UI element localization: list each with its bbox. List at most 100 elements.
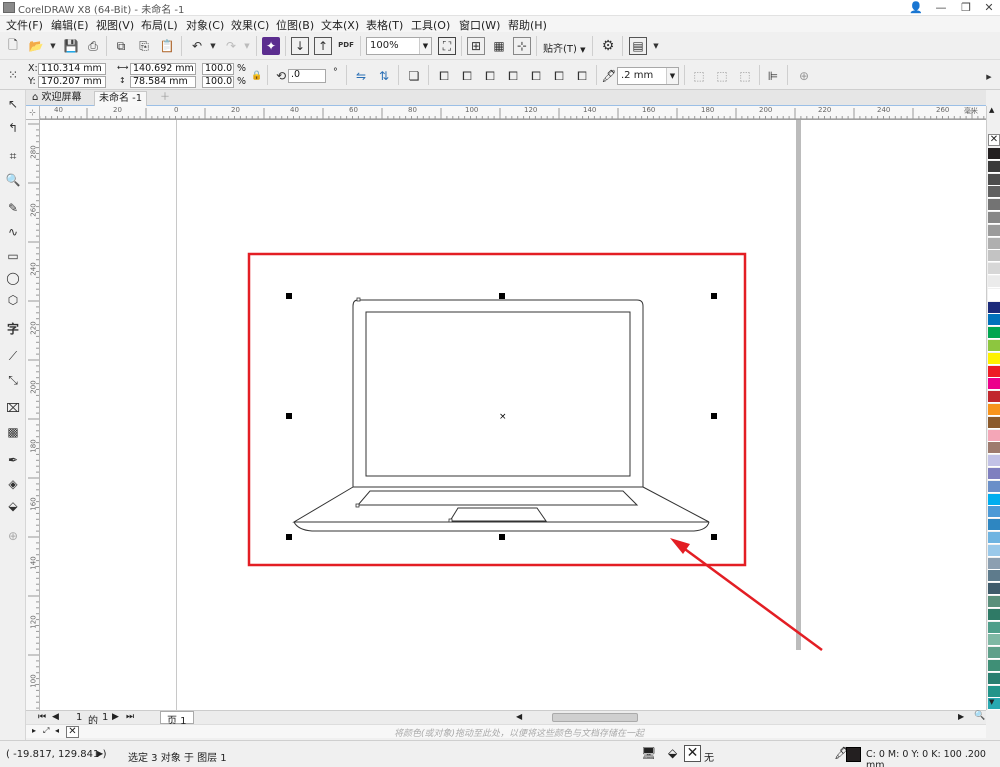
tab-document[interactable]: 未命名 -1 [94, 91, 148, 106]
menu-bitmap[interactable]: 位图(B) [276, 17, 314, 33]
options-gear-icon[interactable]: ⚙ [599, 37, 617, 55]
color-swatch[interactable] [988, 557, 1000, 570]
vertical-ruler[interactable]: 280 260 240 220 200 180 160 140 120 100 [26, 120, 40, 710]
color-swatch[interactable] [988, 532, 1000, 544]
paste-icon[interactable]: 📋 [158, 37, 176, 55]
user-icon[interactable]: 👤 [905, 0, 927, 16]
color-swatch[interactable] [988, 429, 1000, 442]
menu-layout[interactable]: 布局(L) [141, 17, 178, 33]
status-expand-icon[interactable]: ▶ [97, 749, 103, 758]
color-swatch[interactable] [988, 199, 1000, 212]
next-page-icon[interactable]: ▶ [112, 712, 119, 722]
tab-page-1[interactable]: 页 1 [160, 711, 194, 727]
color-swatch[interactable] [988, 519, 1000, 532]
print-icon[interactable]: ⎙ [84, 37, 102, 55]
freehand-tool-icon[interactable]: ✎ [3, 198, 23, 218]
publish-pdf-icon[interactable]: PDF [337, 36, 355, 54]
color-swatch[interactable] [988, 621, 1000, 634]
y-position-field[interactable]: 170.207 mm [38, 76, 106, 88]
color-swatch[interactable] [988, 186, 1000, 199]
redo-dropdown-icon[interactable]: ▼ [238, 37, 256, 55]
show-rulers-icon[interactable]: ⊞ [467, 37, 485, 55]
node-marker[interactable] [448, 518, 453, 523]
wrap-text-icon[interactable]: ⬚ [690, 67, 708, 85]
node-marker[interactable] [355, 503, 360, 508]
scale-width-field[interactable]: 100.0 [202, 63, 234, 75]
color-swatch[interactable] [988, 314, 1000, 327]
color-swatch[interactable] [988, 340, 1000, 352]
export-icon[interactable]: ↑ [314, 37, 332, 55]
selection-handle-bottom[interactable] [499, 534, 505, 540]
ruler-origin-icon[interactable]: ⊹ [26, 106, 40, 120]
application-launcher-icon[interactable]: ▤ [629, 37, 647, 55]
simplify-icon[interactable]: ⧠ [504, 67, 522, 85]
search-content-icon[interactable]: ✦ [262, 37, 280, 55]
front-minus-back-icon[interactable]: ⧠ [527, 67, 545, 85]
color-swatch[interactable] [988, 212, 1000, 224]
palette-down-icon[interactable]: ▼ [989, 698, 994, 706]
color-swatch[interactable] [988, 596, 1000, 608]
tab-welcome[interactable]: ⌂ 欢迎屏幕 [28, 91, 86, 106]
add-tool-icon[interactable]: ⊕ [3, 526, 23, 546]
transparency-icon[interactable]: ▩ [3, 422, 23, 442]
color-swatch[interactable] [988, 468, 1000, 480]
color-swatch[interactable] [988, 442, 1000, 455]
laptop-keyboard-shape[interactable] [356, 490, 639, 506]
minimize-icon[interactable]: — [930, 0, 952, 16]
eyedropper-icon[interactable]: ✒ [3, 450, 23, 470]
cut-icon[interactable]: ⧉ [112, 37, 130, 55]
menu-text[interactable]: 文本(X) [321, 17, 359, 33]
scroll-right-icon[interactable]: ▶ [958, 712, 964, 721]
color-swatch[interactable] [988, 148, 1000, 160]
color-swatch[interactable] [988, 327, 1000, 340]
shape-tool-icon[interactable]: ↰ [3, 118, 23, 138]
trim-icon[interactable]: ⧠ [458, 67, 476, 85]
selection-handle-top-left[interactable] [286, 293, 292, 299]
color-swatch[interactable] [988, 685, 1000, 698]
lock-ratio-icon[interactable]: 🔒 [248, 67, 266, 85]
selection-center-icon[interactable]: × [499, 412, 507, 422]
last-page-icon[interactable]: ⏭ [126, 712, 134, 722]
outline-width-combo[interactable]: .2 mm ▼ [617, 67, 679, 85]
copy-icon[interactable]: ⎘ [135, 37, 153, 55]
color-swatch[interactable] [988, 160, 1000, 173]
parallel-dimension-icon[interactable]: ⟋ [3, 346, 23, 366]
color-swatch[interactable] [988, 416, 1000, 429]
full-screen-icon[interactable]: ⛶ [438, 37, 456, 55]
open-folder-icon[interactable]: 📂 [27, 37, 45, 55]
no-color-icon[interactable]: ✕ [66, 726, 79, 738]
laptop-lid-shape[interactable] [352, 299, 644, 488]
color-swatch[interactable] [988, 544, 1000, 557]
palette-menu-icon[interactable]: ▸ [32, 726, 36, 735]
scroll-left-icon[interactable]: ◀ [516, 712, 522, 721]
outline-color-swatch[interactable] [846, 747, 861, 762]
mirror-horizontal-icon[interactable]: ⇋ [352, 67, 370, 85]
ellipse-tool-icon[interactable]: ◯ [3, 268, 23, 288]
color-swatch[interactable] [988, 480, 1000, 493]
color-swatch[interactable] [988, 583, 1000, 596]
palette-up-icon[interactable]: ▲ [989, 106, 994, 114]
restore-icon[interactable]: ❐ [955, 0, 977, 16]
color-swatch[interactable] [988, 493, 1000, 506]
rotation-angle-field[interactable]: .0 [288, 69, 326, 83]
menu-tools[interactable]: 工具(O) [411, 17, 450, 33]
color-swatch[interactable] [988, 660, 1000, 672]
fill-none-swatch[interactable]: ✕ [684, 745, 701, 762]
color-swatch[interactable] [988, 365, 1000, 378]
mirror-vertical-icon[interactable]: ⇅ [375, 67, 393, 85]
menu-edit[interactable]: 编辑(E) [51, 17, 89, 33]
color-swatch[interactable] [988, 352, 1000, 365]
quick-customize-icon[interactable]: ⬚ [713, 67, 731, 85]
crop-tool-icon[interactable]: ⌗ [3, 146, 23, 166]
color-swatch[interactable] [988, 647, 1000, 660]
save-icon[interactable]: 💾 [62, 37, 80, 55]
connector-tool-icon[interactable]: ⤡ [3, 370, 23, 390]
color-swatch[interactable] [988, 276, 1000, 288]
pick-tool-icon[interactable]: ↖ [3, 94, 23, 114]
color-swatch[interactable] [988, 391, 1000, 404]
no-color-icon[interactable]: ✕ [988, 134, 1000, 146]
color-swatch[interactable] [988, 570, 1000, 583]
color-swatch[interactable] [988, 404, 1000, 416]
laptop-touchpad-shape[interactable] [449, 507, 547, 522]
color-swatch[interactable] [988, 672, 1000, 685]
